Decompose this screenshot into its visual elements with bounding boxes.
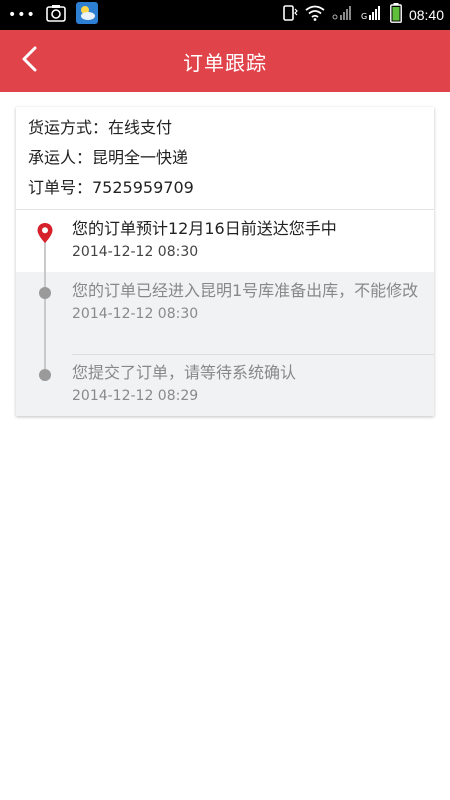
timeline-line [44,354,46,369]
title-bar: 订单跟踪 [0,30,450,92]
battery-icon [390,3,402,27]
notification-dots: ••• [8,7,36,23]
chevron-left-icon [20,46,38,76]
weather-app-icon [75,2,98,28]
status-bar: ••• G 08:40 [0,0,450,30]
divider [72,354,434,355]
page-title: 订单跟踪 [183,50,267,75]
timeline-item: 您的订单已经进入昆明1号库准备出库，不能修改 2014-12-12 08:30 [16,272,434,354]
timeline-text: 您提交了订单，请等待系统确认 [72,363,297,382]
location-pin-icon [36,222,54,248]
signal-icon-1 [332,5,354,25]
status-clock: 08:40 [408,7,444,23]
timeline-line [44,272,46,354]
signal-icon-2: G [361,5,383,25]
order-tracking-card: 货运方式：在线支付 承运人：昆明全一快递 订单号：7525959709 您的订单… [16,107,434,416]
timeline-item: 您的订单预计12月16日前送达您手中 2014-12-12 08:30 [16,210,434,272]
svg-text:G: G [361,12,367,21]
timeline-item: 您提交了订单，请等待系统确认 2014-12-12 08:29 [16,354,434,416]
timeline-text: 您的订单预计12月16日前送达您手中 [72,219,337,238]
timeline-dot [39,369,51,381]
back-button[interactable] [12,44,46,78]
timeline-dot [39,287,51,299]
shipping-method: 货运方式：在线支付 [28,118,173,137]
tracking-timeline: 您的订单预计12月16日前送达您手中 2014-12-12 08:30 您的订单… [16,210,434,416]
screenshot-icon [45,4,66,26]
wifi-icon [305,5,325,25]
vibrate-icon [280,4,298,26]
timeline-text: 您的订单已经进入昆明1号库准备出库，不能修改 [72,281,419,300]
timeline-time: 2014-12-12 08:30 [72,244,199,260]
timeline-time: 2014-12-12 08:30 [72,306,199,322]
order-number: 订单号：7525959709 [28,178,194,197]
timeline-time: 2014-12-12 08:29 [72,388,199,404]
carrier: 承运人：昆明全一快递 [28,148,189,167]
order-info: 货运方式：在线支付 承运人：昆明全一快递 订单号：7525959709 [16,107,434,210]
